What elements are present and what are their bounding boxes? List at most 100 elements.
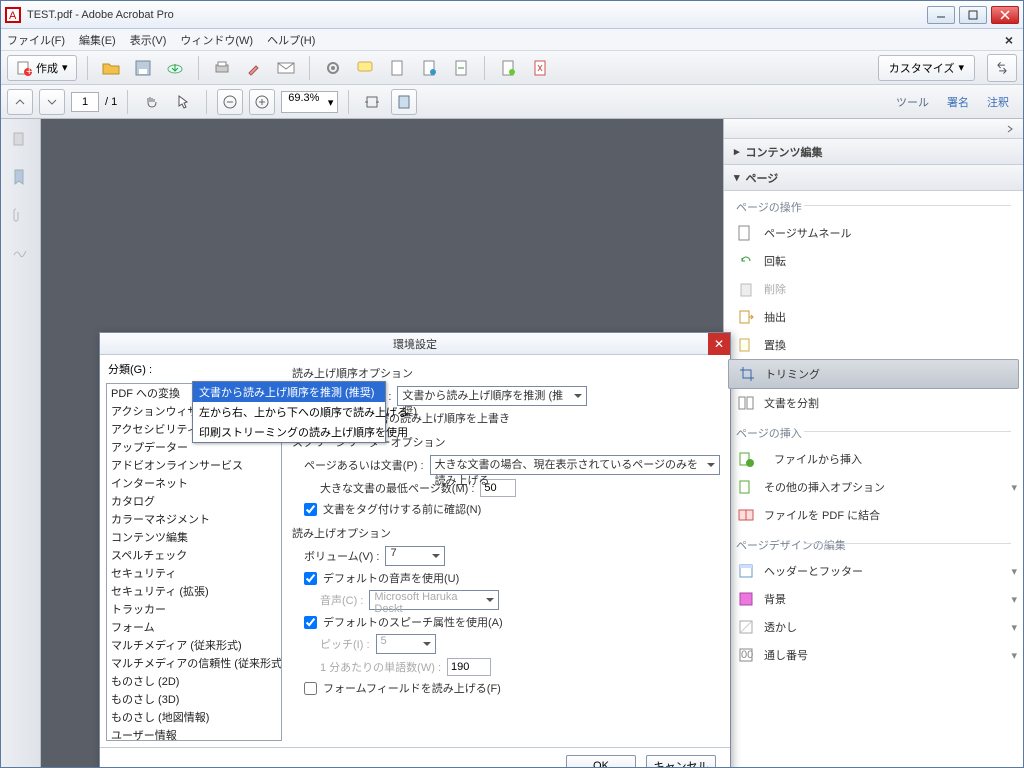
- brush-icon[interactable]: [241, 55, 267, 81]
- save-icon[interactable]: [130, 55, 156, 81]
- item-header-footer[interactable]: ヘッダーとフッター▾: [724, 557, 1023, 585]
- dialog-title: 環境設定: [393, 336, 437, 352]
- category-item[interactable]: マルチメディアの信頼性 (従来形式): [107, 654, 281, 672]
- sign-rail-icon[interactable]: [12, 245, 30, 263]
- gear-icon[interactable]: [320, 55, 346, 81]
- toolbar-nav: / 1 69.3%▾ ツール 署名 注釈: [1, 85, 1023, 119]
- pages-rail-icon[interactable]: [12, 131, 30, 149]
- item-extract[interactable]: 抽出: [724, 303, 1023, 331]
- item-trim[interactable]: トリミング: [728, 359, 1019, 389]
- item-more-insert[interactable]: その他の挿入オプション▾: [724, 473, 1023, 501]
- chevron-down-icon: ▾: [958, 61, 964, 74]
- crop-icon: [739, 366, 755, 382]
- item-rotate[interactable]: 回転: [724, 247, 1023, 275]
- default-voice-checkbox[interactable]: [304, 572, 317, 585]
- hand-icon[interactable]: [138, 89, 164, 115]
- category-item[interactable]: ものさし (2D): [107, 672, 281, 690]
- category-item[interactable]: スペルチェック: [107, 546, 281, 564]
- category-item[interactable]: セキュリティ: [107, 564, 281, 582]
- close-button[interactable]: [991, 6, 1019, 24]
- menu-file[interactable]: ファイル(F): [7, 32, 65, 48]
- dropdown-option[interactable]: 印刷ストリーミングの読み上げ順序を使用: [193, 422, 385, 442]
- attach-rail-icon[interactable]: [12, 207, 30, 225]
- confirm-tag-checkbox[interactable]: [304, 503, 317, 516]
- category-item[interactable]: トラッカー: [107, 600, 281, 618]
- replace-icon: [738, 337, 754, 353]
- cloud-icon[interactable]: [162, 55, 188, 81]
- select-icon[interactable]: [170, 89, 196, 115]
- volume-select[interactable]: 7: [385, 546, 445, 566]
- comment-icon[interactable]: [352, 55, 378, 81]
- category-item[interactable]: ユーザー情報: [107, 726, 281, 741]
- category-item[interactable]: ものさし (地図情報): [107, 708, 281, 726]
- menu-bar: ファイル(F) 編集(E) 表示(V) ウィンドウ(W) ヘルプ(H) ×: [1, 29, 1023, 51]
- fit-width-icon[interactable]: [359, 89, 385, 115]
- zoom-out-icon[interactable]: [217, 89, 243, 115]
- menu-window[interactable]: ウィンドウ(W): [180, 32, 253, 48]
- category-item[interactable]: セキュリティ (拡張): [107, 582, 281, 600]
- confirm-tag-label: 文書をタグ付けする前に確認(N): [323, 501, 481, 517]
- tools-tab[interactable]: ツール: [896, 94, 929, 110]
- group-page-design: ページデザインの編集: [724, 529, 1023, 557]
- item-bates[interactable]: 001通し番号▾: [724, 641, 1023, 669]
- page-down-icon[interactable]: [39, 89, 65, 115]
- menu-help[interactable]: ヘルプ(H): [267, 32, 315, 48]
- item-watermark[interactable]: 透かし▾: [724, 613, 1023, 641]
- customize-button[interactable]: カスタマイズ▾: [878, 55, 975, 81]
- minimize-button[interactable]: [927, 6, 955, 24]
- doc3-icon[interactable]: [448, 55, 474, 81]
- section-content-edit[interactable]: ▸コンテンツ編集: [724, 139, 1023, 165]
- doc1-icon[interactable]: [384, 55, 410, 81]
- page-or-doc-label: ページあるいは文書(P) :: [304, 457, 424, 473]
- create-button[interactable]: + 作成 ▾: [7, 55, 77, 81]
- menu-edit[interactable]: 編集(E): [79, 32, 116, 48]
- expand-icon[interactable]: [987, 54, 1017, 82]
- category-item[interactable]: カタログ: [107, 492, 281, 510]
- item-insert-file[interactable]: ファイルから挿入: [724, 445, 1023, 473]
- category-item[interactable]: インターネット: [107, 474, 281, 492]
- category-item[interactable]: マルチメディア (従来形式): [107, 636, 281, 654]
- doc5-icon[interactable]: [527, 55, 553, 81]
- svg-text:001: 001: [741, 649, 754, 661]
- page-input[interactable]: [71, 92, 99, 112]
- open-icon[interactable]: [98, 55, 124, 81]
- item-combine-pdf[interactable]: ファイルを PDF に結合: [724, 501, 1023, 529]
- item-background[interactable]: 背景▾: [724, 585, 1023, 613]
- item-replace[interactable]: 置換: [724, 331, 1023, 359]
- item-split[interactable]: 文書を分割: [724, 389, 1023, 417]
- ok-button[interactable]: OK: [566, 755, 636, 768]
- page-or-doc-select[interactable]: 大きな文書の場合、現在表示されているページのみを読み上げる: [430, 455, 720, 475]
- bookmark-rail-icon[interactable]: [12, 169, 30, 187]
- category-item[interactable]: アドビオンラインサービス: [107, 456, 281, 474]
- doc2-icon[interactable]: [416, 55, 442, 81]
- category-item[interactable]: フォーム: [107, 618, 281, 636]
- zoom-in-icon[interactable]: [249, 89, 275, 115]
- item-thumbnails[interactable]: ページサムネール: [724, 219, 1023, 247]
- sign-tab[interactable]: 署名: [947, 94, 969, 110]
- category-item[interactable]: コンテンツ編集: [107, 528, 281, 546]
- comment-tab[interactable]: 注釈: [987, 94, 1009, 110]
- print-icon[interactable]: [209, 55, 235, 81]
- dropdown-option[interactable]: 文書から読み上げ順序を推測 (推奨): [193, 382, 385, 402]
- section-pages[interactable]: ▾ページ: [724, 165, 1023, 191]
- page-total: / 1: [105, 96, 117, 108]
- doc4-icon[interactable]: [495, 55, 521, 81]
- menubar-close-icon[interactable]: ×: [1005, 32, 1017, 48]
- maximize-button[interactable]: [959, 6, 987, 24]
- default-attr-checkbox[interactable]: [304, 616, 317, 629]
- category-item[interactable]: ものさし (3D): [107, 690, 281, 708]
- zoom-select[interactable]: 69.3%▾: [281, 91, 338, 113]
- read-form-checkbox[interactable]: [304, 682, 317, 695]
- category-item[interactable]: カラーマネジメント: [107, 510, 281, 528]
- page-up-icon[interactable]: [7, 89, 33, 115]
- dropdown-option[interactable]: 左から右、上から下への順序で読み上げる: [193, 402, 385, 422]
- panel-collapse-icon[interactable]: [724, 119, 1023, 139]
- menu-view[interactable]: 表示(V): [130, 32, 167, 48]
- cancel-button[interactable]: キャンセル: [646, 755, 716, 768]
- fit-page-icon[interactable]: [391, 89, 417, 115]
- reading-order-select[interactable]: 文書から読み上げ順序を推測 (推奨): [397, 386, 587, 406]
- title-bar: A TEST.pdf - Adobe Acrobat Pro: [1, 1, 1023, 29]
- right-panel: ▸コンテンツ編集 ▾ページ ページの操作 ページサムネール 回転 削除 抽出 置…: [723, 119, 1023, 767]
- mail-icon[interactable]: [273, 55, 299, 81]
- reading-order-dropdown[interactable]: 文書から読み上げ順序を推測 (推奨)左から右、上から下への順序で読み上げる印刷ス…: [192, 381, 386, 443]
